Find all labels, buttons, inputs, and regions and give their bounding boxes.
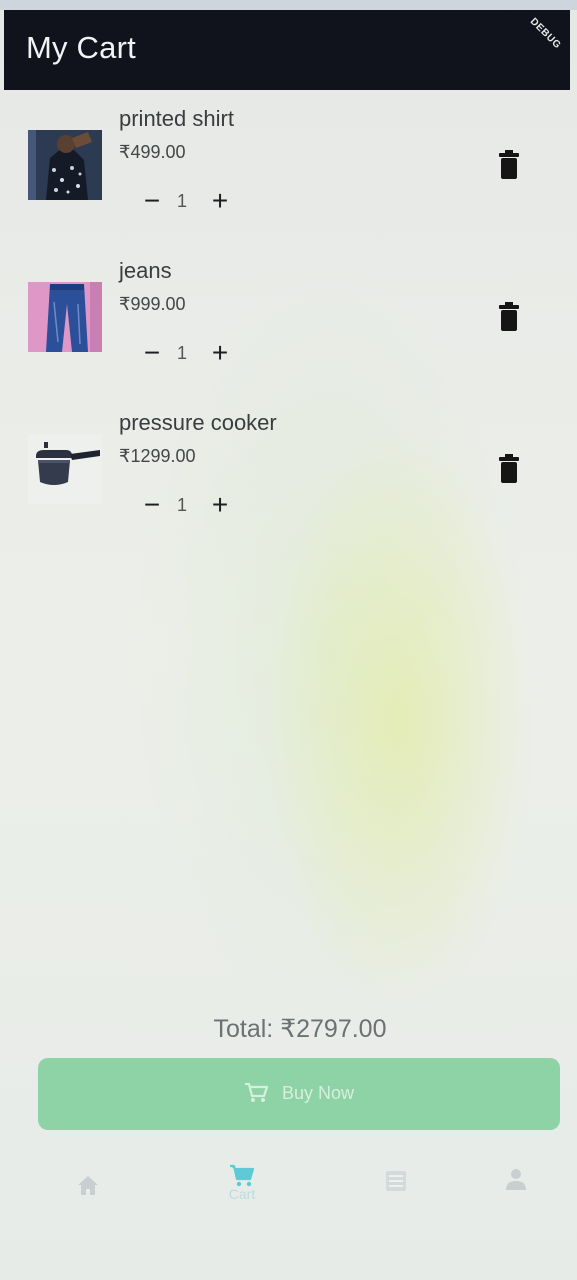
quantity-value: 1 [176, 343, 187, 363]
app-bar: My Cart DEBUG [4, 10, 570, 90]
product-name: pressure cooker [119, 410, 277, 435]
decrease-quantity-button[interactable]: − [138, 491, 166, 519]
cart-icon [245, 1082, 268, 1102]
product-price: ₹1299.00 [119, 446, 196, 466]
decrease-quantity-button[interactable]: − [138, 187, 166, 215]
increase-quantity-button[interactable]: + [206, 491, 234, 519]
increase-quantity-button[interactable]: + [206, 339, 234, 367]
cart-icon [230, 1164, 255, 1187]
quantity-stepper: − 1 + [138, 187, 248, 217]
delete-item-button[interactable] [498, 454, 520, 484]
quantity-value: 1 [176, 495, 187, 515]
profile-icon [506, 1169, 526, 1190]
home-icon [78, 1176, 98, 1195]
buy-now-label: Buy Now [282, 1083, 355, 1103]
trash-icon [499, 302, 519, 331]
increase-quantity-button[interactable]: + [206, 187, 234, 215]
quantity-stepper: − 1 + [138, 491, 248, 521]
debug-banner: DEBUG [500, 10, 570, 79]
trash-icon [499, 150, 519, 179]
product-name: printed shirt [119, 106, 234, 131]
page-title: My Cart [26, 30, 136, 65]
orders-icon [386, 1171, 406, 1191]
nav-label-cart: Cart [228, 1186, 256, 1202]
product-name: jeans [119, 258, 172, 283]
bottom-navigation: Cart [0, 1140, 577, 1230]
buy-now-button[interactable]: Buy Now [38, 1058, 560, 1130]
cart-item: printed shirt ₹499.00 − 1 + [0, 100, 577, 240]
delete-item-button[interactable] [498, 150, 520, 180]
product-image-shirt[interactable] [28, 130, 102, 200]
trash-icon [499, 454, 519, 483]
nav-item-cart[interactable]: Cart [212, 1150, 272, 1210]
product-image-pressure-cooker[interactable] [28, 434, 102, 504]
quantity-stepper: − 1 + [138, 339, 248, 369]
cart-item: jeans ₹999.00 − 1 + [0, 252, 577, 392]
nav-item-home[interactable] [58, 1150, 118, 1210]
quantity-value: 1 [176, 191, 187, 211]
nav-item-orders[interactable] [366, 1150, 426, 1210]
decrease-quantity-button[interactable]: − [138, 339, 166, 367]
product-image-jeans[interactable] [28, 282, 102, 352]
cart-item: pressure cooker ₹1299.00 − 1 + [0, 404, 577, 544]
product-price: ₹999.00 [119, 294, 186, 314]
screen-edge [0, 0, 577, 10]
product-price: ₹499.00 [119, 142, 186, 162]
delete-item-button[interactable] [498, 302, 520, 332]
cart-total: Total: ₹2797.00 [213, 1015, 387, 1043]
nav-item-profile[interactable] [486, 1150, 546, 1210]
